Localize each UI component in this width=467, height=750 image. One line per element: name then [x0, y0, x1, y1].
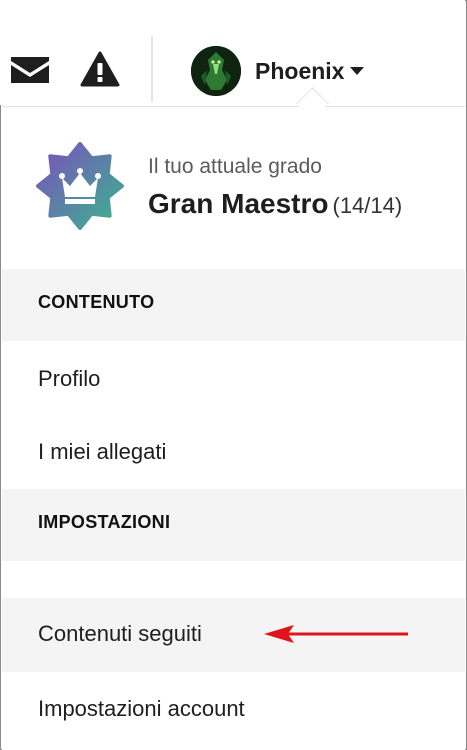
- section-header-settings-label: IMPOSTAZIONI: [38, 512, 171, 532]
- menu-item-profile-label[interactable]: Profilo: [38, 366, 100, 392]
- menu-item-profile[interactable]: Profilo: [2, 343, 465, 417]
- rank-panel: Il tuo attuale grado Gran Maestro (14/14): [36, 142, 456, 240]
- rank-title: Gran Maestro (14/14): [148, 188, 402, 220]
- avatar: [191, 46, 241, 96]
- section-header-settings: IMPOSTAZIONI: [2, 489, 465, 561]
- rank-name: Gran Maestro: [148, 188, 329, 219]
- toolbar-divider: [151, 36, 153, 102]
- section-header-content-label: CONTENUTO: [38, 292, 155, 312]
- warning-triangle-icon[interactable]: [80, 50, 120, 90]
- rank-progress: (14/14): [332, 193, 403, 218]
- menu-item-account-settings-label[interactable]: Impostazioni account: [38, 696, 245, 722]
- menu-item-followed-content-label[interactable]: Contenuti seguiti: [38, 621, 202, 647]
- top-navigation-bar: Phoenix: [0, 0, 465, 105]
- user-menu-button[interactable]: Phoenix: [191, 46, 365, 96]
- username-label[interactable]: Phoenix: [255, 58, 344, 85]
- crown-badge-icon: [36, 142, 124, 230]
- red-arrow-annotation-icon: [264, 625, 408, 643]
- menu-item-attachments-label[interactable]: I miei allegati: [38, 439, 166, 465]
- section-header-content: CONTENUTO: [2, 269, 465, 341]
- rank-caption: Il tuo attuale grado: [148, 155, 322, 178]
- menu-item-account-settings[interactable]: Impostazioni account: [2, 673, 465, 747]
- menu-item-attachments[interactable]: I miei allegati: [2, 416, 465, 490]
- caret-down-icon[interactable]: [350, 67, 365, 75]
- envelope-icon[interactable]: [10, 50, 50, 90]
